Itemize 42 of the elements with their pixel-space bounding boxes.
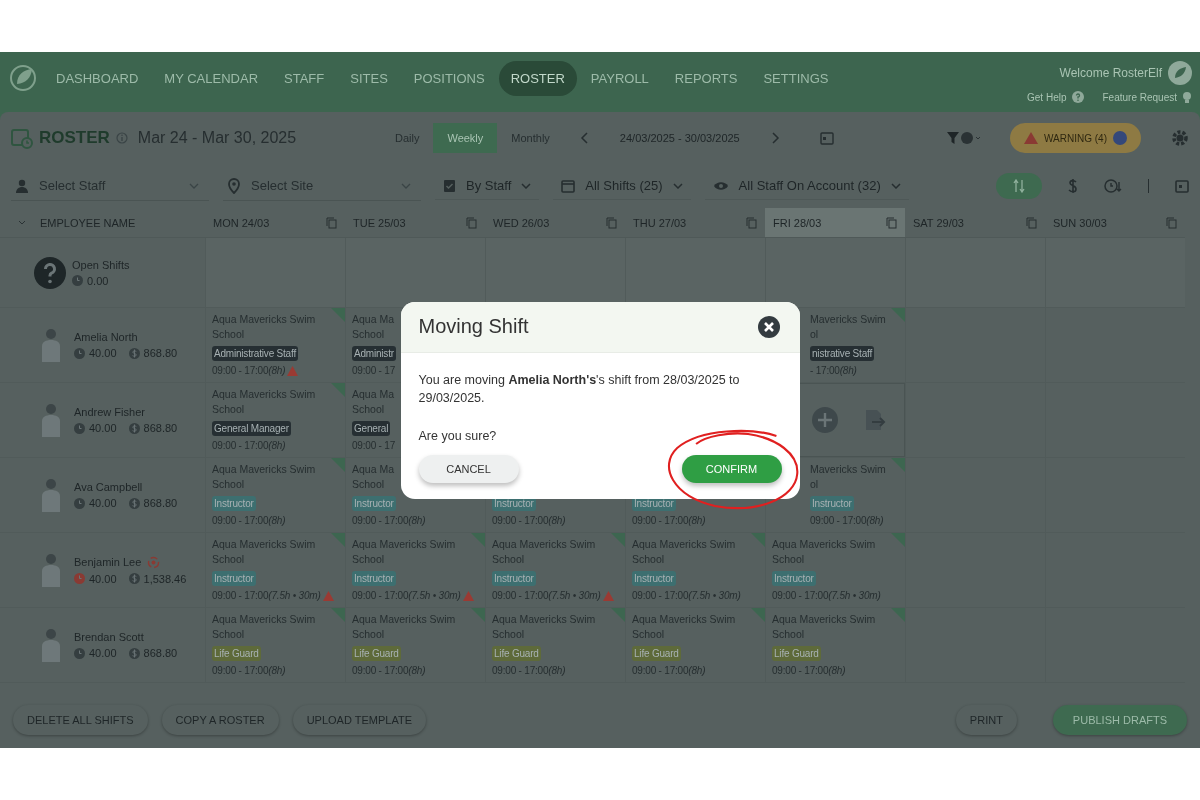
position-tag: General Manager [212,421,291,436]
position-tag: Instructor [352,571,396,586]
hours-value: 0.00 [87,274,109,287]
dialog-title: Moving Shift [418,315,529,338]
position-tag: Instructor [212,571,256,586]
day-label: MON 24/03 [213,216,270,229]
hours-value: 40.00 [89,647,117,659]
position-tag: Life Guard [772,646,821,661]
cost-value: 1,538.46 [143,572,187,585]
position-tag: nistrative Staff [810,346,874,361]
cost-value: 868.80 [143,647,178,659]
cost-value: 868.80 [143,497,178,509]
column-header: EMPLOYEE NAME [40,216,136,229]
position-tag: Life Guard [632,646,681,661]
dialog-question: Are you sure? [418,427,498,445]
hours-value: 40.00 [89,572,117,585]
position-tag: Administrative Staff [212,346,298,361]
day-label: SAT 29/03 [913,216,964,229]
day-label: WED 26/03 [493,216,550,229]
position-tag: Instructor [810,496,854,511]
hours-value: 40.00 [89,497,117,509]
day-label: TUE 25/03 [353,216,406,229]
position-tag: Life Guard [352,646,401,661]
day-label: SUN 30/03 [1053,216,1107,229]
position-tag: Instructor [212,496,256,511]
position-tag: Instructor [352,496,396,511]
hours-value: 40.00 [89,347,117,359]
position-tag: Administr [352,346,396,361]
hours-value: 40.00 [89,422,117,434]
position-tag: General [352,421,391,436]
position-tag: Instructor [492,571,536,586]
cost-value: 868.80 [143,422,178,434]
position-tag: Instructor [772,571,816,586]
day-label: FRI 28/03 [773,216,822,229]
open-shifts-label: Open Shifts [72,258,130,271]
position-tag: Instructor [632,571,676,586]
position-tag: Life Guard [212,646,261,661]
dialog-message: You are moving Amelia North's's shift from 28/03/2025 to 29/03/2025. [418,371,741,407]
welcome-text: Welcome RosterElf [1059,65,1162,80]
cost-value: 868.80 [143,347,178,359]
position-tag: Life Guard [492,646,541,661]
day-label: THU 27/03 [633,216,687,229]
